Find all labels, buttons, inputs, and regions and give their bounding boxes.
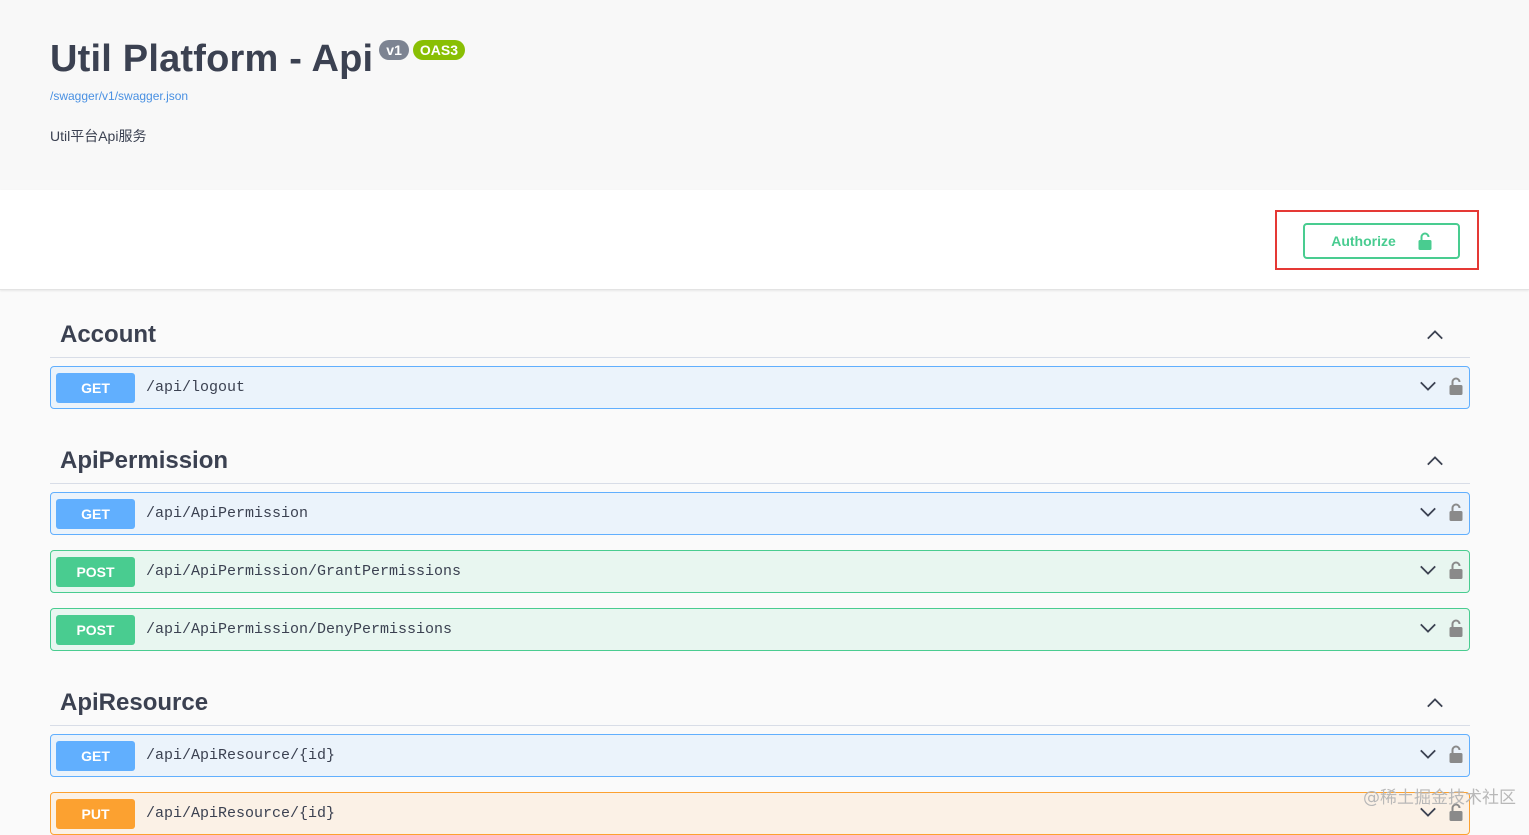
- method-badge-put: PUT: [56, 798, 135, 829]
- method-badge-get: GET: [56, 740, 135, 771]
- method-badge-post: POST: [56, 556, 135, 587]
- chevron-down-icon[interactable]: [1419, 377, 1437, 395]
- lock-icon[interactable]: [1449, 561, 1463, 579]
- method-badge-get: GET: [56, 498, 135, 529]
- operation-path: /api/ApiResource/{id}: [146, 805, 336, 822]
- tag-section-apiresource: ApiResource: [50, 681, 1470, 726]
- operation-path: /api/ApiPermission/GrantPermissions: [146, 563, 462, 580]
- lock-icon[interactable]: [1449, 745, 1463, 763]
- operation-controls: [1419, 745, 1463, 763]
- chevron-down-icon[interactable]: [1419, 619, 1437, 637]
- method-badge-get: GET: [56, 372, 135, 403]
- operation-row[interactable]: GET/api/logout: [50, 366, 1470, 409]
- watermark: @稀土掘金技术社区: [1363, 788, 1516, 808]
- operation-row[interactable]: GET/api/ApiResource/{id}: [50, 734, 1470, 777]
- operation-row[interactable]: GET/api/ApiPermission: [50, 492, 1470, 535]
- method-badge-post: POST: [56, 614, 135, 645]
- operation-controls: [1419, 619, 1463, 637]
- authorize-label: Authorize: [1331, 233, 1396, 249]
- api-description: Util平台Api服务: [50, 128, 147, 144]
- operation-path: /api/ApiPermission: [146, 505, 309, 522]
- oas-badge: OAS3: [412, 40, 465, 60]
- tag-title: Account: [60, 321, 156, 348]
- operation-row[interactable]: POST/api/ApiPermission/GrantPermissions: [50, 550, 1470, 593]
- chevron-down-icon[interactable]: [1419, 561, 1437, 579]
- authorize-button[interactable]: Authorize: [1303, 223, 1460, 259]
- version-badge: v1: [379, 40, 409, 60]
- chevron-down-icon[interactable]: [1419, 745, 1437, 763]
- operation-path: /api/ApiPermission/DenyPermissions: [146, 621, 453, 638]
- operation-controls: [1419, 561, 1463, 579]
- chevron-up-icon[interactable]: [1426, 452, 1444, 470]
- operation-row[interactable]: POST/api/ApiPermission/DenyPermissions: [50, 608, 1470, 651]
- tag-section-apipermission: ApiPermission: [50, 439, 1470, 484]
- spec-json-link[interactable]: /swagger/v1/swagger.json: [50, 89, 188, 103]
- chevron-down-icon[interactable]: [1419, 503, 1437, 521]
- tag-section-account: Account: [50, 313, 1470, 358]
- operation-row[interactable]: PUT/api/ApiResource/{id}: [50, 792, 1470, 835]
- title-row: Util Platform - Api v1 OAS3: [50, 38, 465, 81]
- page-title: Util Platform - Api: [50, 38, 374, 80]
- chevron-up-icon[interactable]: [1426, 694, 1444, 712]
- operation-controls: [1419, 377, 1463, 395]
- operation-path: /api/ApiResource/{id}: [146, 747, 336, 764]
- operation-controls: [1419, 503, 1463, 521]
- tag-header[interactable]: ApiResource: [50, 681, 1470, 726]
- lock-icon[interactable]: [1449, 503, 1463, 521]
- operation-path: /api/logout: [146, 379, 246, 396]
- chevron-up-icon[interactable]: [1426, 326, 1444, 344]
- tag-title: ApiPermission: [60, 447, 229, 474]
- lock-icon[interactable]: [1449, 377, 1463, 395]
- tag-header[interactable]: ApiPermission: [50, 439, 1470, 484]
- tag-title: ApiResource: [60, 689, 209, 716]
- tag-header[interactable]: Account: [50, 313, 1470, 358]
- info-header: Util Platform - Api v1 OAS3 /swagger/v1/…: [0, 0, 1529, 190]
- lock-icon[interactable]: [1449, 619, 1463, 637]
- unlocked-padlock-icon: [1418, 232, 1432, 250]
